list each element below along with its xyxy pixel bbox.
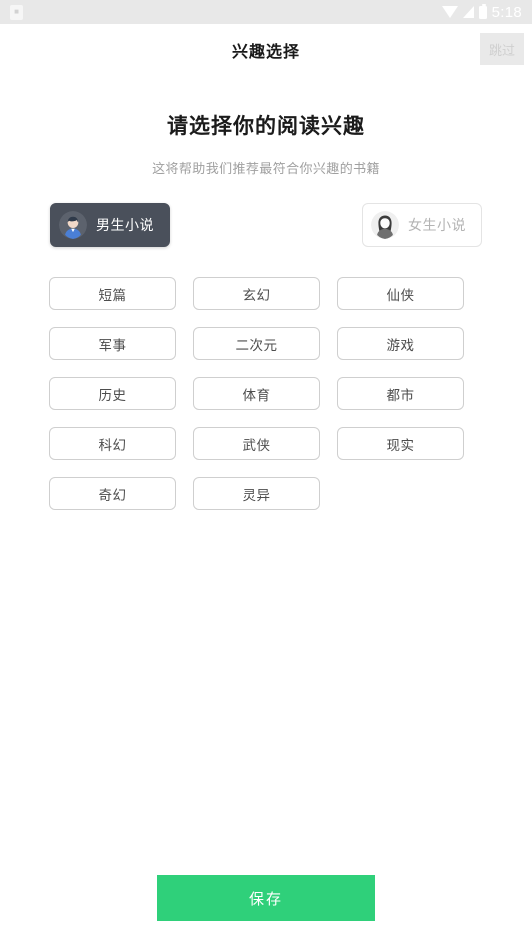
category-tag[interactable]: 短篇 <box>49 277 176 310</box>
status-bar-left: ■ <box>10 4 23 20</box>
gender-option-male[interactable]: 男生小说 <box>50 203 170 247</box>
category-tag[interactable]: 奇幻 <box>49 477 176 510</box>
app-notification-icon: ■ <box>10 4 23 20</box>
skip-button[interactable]: 跳过 <box>480 33 524 65</box>
category-tag[interactable]: 游戏 <box>337 327 464 360</box>
category-tag[interactable]: 都市 <box>337 377 464 410</box>
category-tag[interactable]: 现实 <box>337 427 464 460</box>
page-title: 兴趣选择 <box>231 44 300 61</box>
male-avatar-icon <box>59 211 87 239</box>
category-tag-grid: 短篇 玄幻 仙侠 军事 二次元 游戏 历史 体育 都市 科幻 武侠 现实 奇幻 … <box>0 277 532 510</box>
category-tag[interactable]: 玄幻 <box>193 277 320 310</box>
battery-icon <box>478 3 487 19</box>
intro-subtitle: 这将帮助我们推荐最符合你兴趣的书籍 <box>152 161 380 176</box>
gender-option-female-label: 女生小说 <box>408 217 466 233</box>
status-bar-right: 5:18 <box>441 3 522 21</box>
save-button[interactable]: 保存 <box>157 875 375 921</box>
wifi-icon <box>441 6 458 18</box>
footer-actions: 保存 <box>0 875 532 921</box>
category-tag[interactable]: 二次元 <box>193 327 320 360</box>
status-bar: ■ 5:18 <box>0 0 532 24</box>
gender-option-female[interactable]: 女生小说 <box>362 203 482 247</box>
category-tag[interactable]: 灵异 <box>193 477 320 510</box>
app-header: 兴趣选择 跳过 <box>0 24 532 76</box>
signal-icon <box>462 6 474 18</box>
category-tag[interactable]: 历史 <box>49 377 176 410</box>
category-tag[interactable]: 军事 <box>49 327 176 360</box>
status-bar-clock: 5:18 <box>491 3 522 21</box>
gender-selection-row: 男生小说 女生小说 <box>0 203 532 247</box>
category-tag[interactable]: 体育 <box>193 377 320 410</box>
intro-title: 请选择你的阅读兴趣 <box>167 115 365 138</box>
female-avatar-icon <box>371 211 399 239</box>
gender-option-male-label: 男生小说 <box>96 217 154 233</box>
category-tag[interactable]: 武侠 <box>193 427 320 460</box>
category-tag[interactable]: 仙侠 <box>337 277 464 310</box>
intro-section: 请选择你的阅读兴趣 这将帮助我们推荐最符合你兴趣的书籍 <box>0 110 532 177</box>
category-tag[interactable]: 科幻 <box>49 427 176 460</box>
interest-selection-screen: ■ 5:18 兴趣选择 跳过 请选择你的阅读兴趣 这将帮助我们推荐最符合你兴趣的… <box>0 0 532 944</box>
